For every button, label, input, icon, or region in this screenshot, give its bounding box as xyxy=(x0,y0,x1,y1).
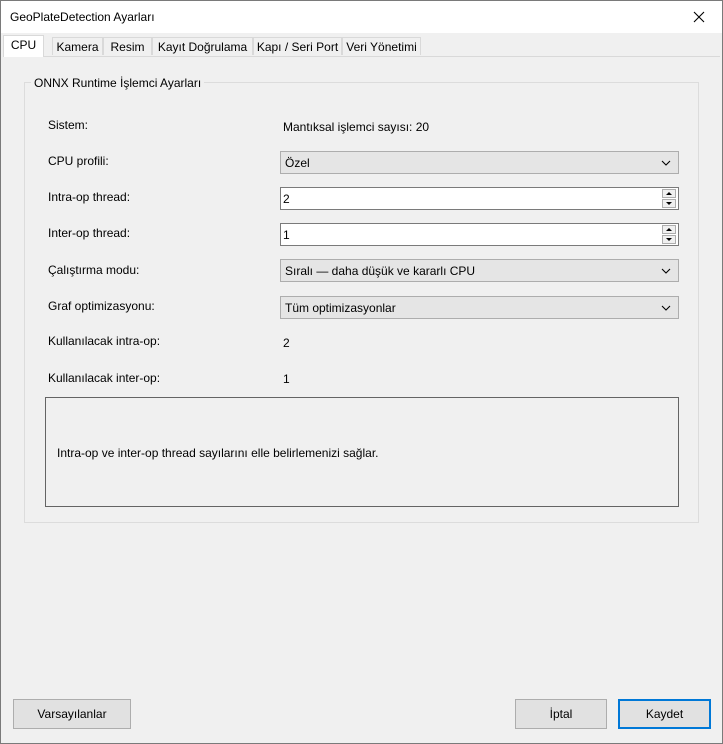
tab-kayit-dogrulama[interactable]: Kayıt Doğrulama xyxy=(152,37,253,55)
execution-mode-label: Çalıştırma modu: xyxy=(48,263,140,277)
intra-op-stepper[interactable]: 2 xyxy=(280,187,679,210)
inter-op-up-button[interactable] xyxy=(662,225,676,234)
close-button[interactable] xyxy=(676,1,722,33)
cpu-profile-value: Özel xyxy=(285,156,310,170)
intra-op-label: Intra-op thread: xyxy=(48,190,131,204)
execution-mode-value: Sıralı — daha düşük ve kararlı CPU xyxy=(285,264,476,278)
arrow-up-icon xyxy=(666,192,672,195)
arrow-down-icon xyxy=(666,238,672,241)
save-button[interactable]: Kaydet xyxy=(618,699,711,729)
tab-kamera[interactable]: Kamera xyxy=(52,37,103,55)
chevron-down-icon xyxy=(661,305,671,311)
window-title: GeoPlateDetection Ayarları xyxy=(10,10,155,24)
used-inter-op-value: 1 xyxy=(283,372,290,386)
tab-veri-yonetimi[interactable]: Veri Yönetimi xyxy=(342,37,421,55)
inter-op-value: 1 xyxy=(283,228,290,242)
used-inter-op-label: Kullanılacak inter-op: xyxy=(48,371,161,385)
inter-op-stepper[interactable]: 1 xyxy=(280,223,679,246)
inter-op-label: Inter-op thread: xyxy=(48,226,131,240)
intra-op-up-button[interactable] xyxy=(662,189,676,198)
cpu-profile-select[interactable]: Özel xyxy=(280,151,679,174)
intra-op-down-button[interactable] xyxy=(662,199,676,208)
group-title: ONNX Runtime İşlemci Ayarları xyxy=(31,76,205,90)
used-intra-op-label: Kullanılacak intra-op: xyxy=(48,334,161,348)
description-box: Intra-op ve inter-op thread sayılarını e… xyxy=(45,397,679,507)
tab-cpu[interactable]: CPU xyxy=(3,35,44,57)
graph-optimization-value: Tüm optimizasyonlar xyxy=(285,301,396,315)
used-intra-op-value: 2 xyxy=(283,336,290,350)
arrow-down-icon xyxy=(666,202,672,205)
system-value: Mantıksal işlemci sayısı: 20 xyxy=(283,120,430,134)
close-icon xyxy=(693,11,705,23)
defaults-button[interactable]: Varsayılanlar xyxy=(13,699,131,729)
inter-op-down-button[interactable] xyxy=(662,235,676,244)
intra-op-value: 2 xyxy=(283,192,290,206)
settings-dialog: GeoPlateDetection Ayarları CPU Kamera Re… xyxy=(0,0,723,744)
tab-kapi-seri-port[interactable]: Kapı / Seri Port xyxy=(253,37,342,55)
execution-mode-select[interactable]: Sıralı — daha düşük ve kararlı CPU xyxy=(280,259,679,282)
system-label: Sistem: xyxy=(48,118,89,132)
chevron-down-icon xyxy=(661,268,671,274)
tab-strip: CPU Kamera Resim Kayıt Doğrulama Kapı / … xyxy=(3,35,720,57)
description-text: Intra-op ve inter-op thread sayılarını e… xyxy=(57,446,379,460)
title-bar: GeoPlateDetection Ayarları xyxy=(1,1,722,33)
graph-optimization-label: Graf optimizasyonu: xyxy=(48,299,155,313)
arrow-up-icon xyxy=(666,228,672,231)
cpu-profile-label: CPU profili: xyxy=(48,154,109,168)
tab-resim[interactable]: Resim xyxy=(103,37,152,55)
chevron-down-icon xyxy=(661,160,671,166)
cancel-button[interactable]: İptal xyxy=(515,699,607,729)
graph-optimization-select[interactable]: Tüm optimizasyonlar xyxy=(280,296,679,319)
